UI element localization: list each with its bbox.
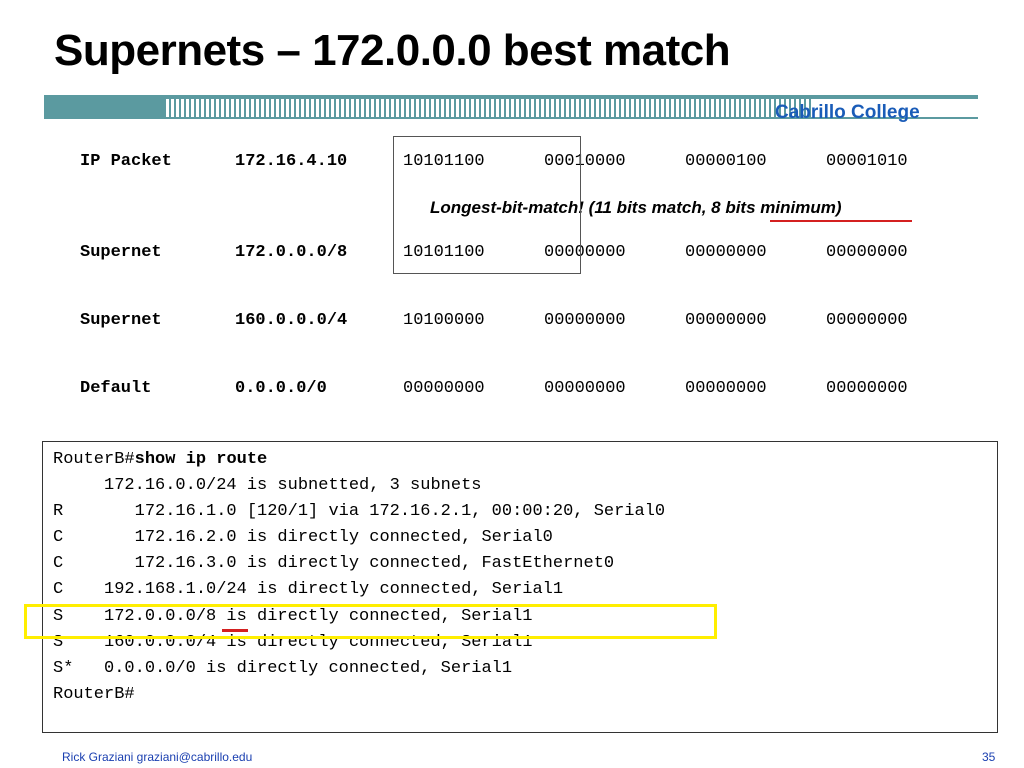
row-label: Supernet [80, 311, 162, 330]
terminal-line: C 172.16.2.0 is directly connected, Seri… [53, 528, 553, 547]
binary-octet: 00000100 [685, 152, 767, 171]
row-address: 160.0.0.0/4 [235, 311, 348, 330]
row-label: IP Packet [80, 152, 172, 171]
row-address: 0.0.0.0/0 [235, 379, 327, 398]
binary-octet: 00001010 [826, 152, 908, 171]
binary-octet: 10100000 [403, 311, 485, 330]
binary-octet: 00000000 [544, 311, 626, 330]
terminal-prompt: RouterB# [53, 450, 135, 469]
footer-author: Rick Graziani graziani@cabrillo.edu [62, 750, 253, 764]
terminal-command: show ip route [134, 450, 268, 469]
slide-title: Supernets – 172.0.0.0 best match [54, 26, 731, 75]
binary-octet: 00000000 [826, 379, 908, 398]
terminal-command-line: RouterB#show ip route [53, 450, 267, 469]
highlight-box [24, 604, 717, 639]
terminal-line: C 172.16.3.0 is directly connected, Fast… [53, 554, 615, 573]
binary-octet: 00000000 [685, 379, 767, 398]
binary-octet: 00000000 [685, 311, 767, 330]
terminal-line: C 192.168.1.0/24 is directly connected, … [53, 580, 564, 599]
row-address: 172.16.4.10 [235, 152, 348, 171]
binary-octet: 00000000 [826, 243, 908, 262]
row-label: Supernet [80, 243, 162, 262]
terminal-line: RouterB# [53, 685, 135, 704]
router-terminal-output: RouterB#show ip route 172.16.0.0/24 is s… [42, 441, 998, 733]
row-address: 172.0.0.0/8 [235, 243, 348, 262]
terminal-line: 172.16.0.0/24 is subnetted, 3 subnets [53, 476, 482, 495]
binary-octet: 00000000 [685, 243, 767, 262]
terminal-line: R 172.16.1.0 [120/1] via 172.16.2.1, 00:… [53, 502, 666, 521]
binary-octet: 00000000 [544, 379, 626, 398]
bit-match-box [393, 136, 581, 274]
page-number: 35 [982, 750, 996, 764]
red-underline-mark [770, 220, 912, 222]
red-underline-mark [222, 629, 248, 632]
terminal-line: S* 0.0.0.0/0 is directly connected, Seri… [53, 659, 513, 678]
binary-octet: 00000000 [826, 311, 908, 330]
binary-octet: 00000000 [403, 379, 485, 398]
row-label: Default [80, 379, 152, 398]
college-logo-text: Cabrillo College [775, 102, 920, 123]
